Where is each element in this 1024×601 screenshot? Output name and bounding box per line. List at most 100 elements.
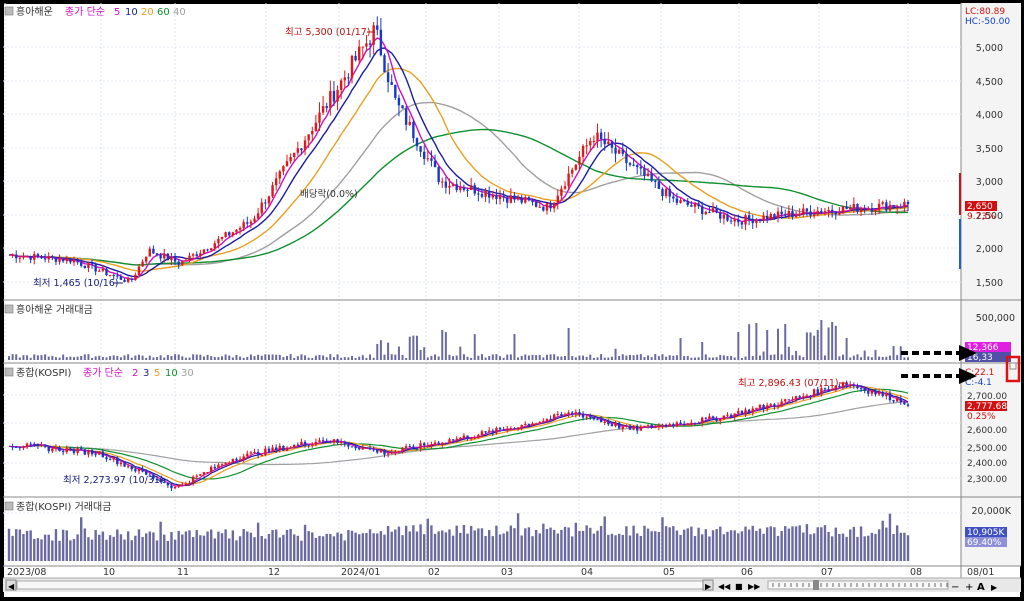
price-volume-bar <box>332 357 335 360</box>
kospi-volume-bar <box>650 531 653 561</box>
kospi-candle <box>166 482 170 486</box>
price-volume-bar <box>509 354 512 360</box>
scroll-track[interactable] <box>16 580 704 590</box>
auto-scale-button[interactable]: A <box>977 582 985 593</box>
panel-menu-icon[interactable] <box>4 501 14 511</box>
panel-toggle-button[interactable] <box>1009 362 1017 370</box>
price-candle <box>325 106 328 109</box>
price-volume-bar <box>704 354 707 360</box>
scroll-end-button[interactable]: ▶ <box>991 583 998 592</box>
kospi-ma-3: 3 <box>143 368 149 379</box>
price-volume-bar <box>582 355 585 360</box>
price-candle <box>441 181 444 183</box>
zoom-slider[interactable] <box>767 580 949 590</box>
price-y-tick: 3,000 <box>976 177 1003 188</box>
panel-menu-icon[interactable] <box>4 6 14 16</box>
kospi-volume-bar <box>747 529 751 561</box>
kospi-volume-bar <box>419 524 422 561</box>
price-volume-bar <box>159 355 162 360</box>
kospi-volume-bar <box>863 536 866 561</box>
kospi-volume-bar <box>343 540 346 561</box>
kospi-volume-value: 10,905K <box>967 528 1005 538</box>
price-volume-bar <box>480 354 483 360</box>
kospi-volume-bar <box>347 530 350 561</box>
kospi-volume-bar <box>58 540 61 561</box>
kospi-volume-bar <box>592 533 596 561</box>
kospi-candle <box>690 422 693 425</box>
price-candle <box>47 256 50 260</box>
price-volume-bar <box>527 355 530 360</box>
kospi-candle <box>802 396 805 398</box>
kospi-candle <box>112 457 115 460</box>
kospi-volume-bar <box>365 532 368 561</box>
price-candle <box>747 215 751 219</box>
kospi-candle <box>867 390 870 394</box>
kospi-candle <box>361 447 365 450</box>
kospi-y-tick: 2,500.00 <box>967 444 1007 454</box>
rewind-button[interactable]: ◀◀ <box>718 582 731 591</box>
price-candle <box>574 164 578 170</box>
kospi-volume-bar <box>827 531 830 561</box>
kospi-candle <box>491 430 494 434</box>
price-volume-bar <box>881 357 884 360</box>
price-volume-bar <box>726 356 729 360</box>
panel-menu-icon[interactable] <box>4 304 14 314</box>
kospi-volume-bar <box>657 531 661 561</box>
kospi-candle <box>300 441 303 445</box>
panel-menu-icon[interactable] <box>4 367 14 377</box>
price-candle <box>300 148 303 151</box>
kospi-candle <box>224 462 227 465</box>
price-volume-bar <box>795 350 798 360</box>
price-candle <box>202 249 206 254</box>
kospi-candle <box>419 443 422 449</box>
price-volume-bar <box>141 355 144 360</box>
x-axis-label: 10 <box>103 567 115 578</box>
zoom-in-button[interactable]: + <box>965 582 973 593</box>
price-volume-bar <box>123 355 126 360</box>
price-volume-bar <box>249 354 252 360</box>
price-candle <box>798 213 801 215</box>
kospi-candle <box>404 446 408 448</box>
kospi-ma-5: 5 <box>154 368 160 379</box>
price-volume-bar <box>65 357 68 360</box>
price-candle <box>480 194 484 197</box>
kospi-candle <box>592 417 596 420</box>
kospi-volume-bar <box>816 527 819 561</box>
price-candle <box>199 253 202 257</box>
price-volume-bar <box>192 354 195 360</box>
kospi-max-annotation: 최고 2,896.43 (07/11) <box>738 378 839 389</box>
price-volume-bar <box>145 357 148 360</box>
kospi-volume-bar <box>358 534 361 561</box>
stop-button[interactable]: ■ <box>735 582 743 591</box>
zoom-slider-handle[interactable] <box>813 580 819 590</box>
price-volume-bar <box>867 356 870 360</box>
price-candle <box>459 187 462 191</box>
price-volume-bar <box>665 356 668 360</box>
svg-text:◀: ◀ <box>8 582 15 591</box>
kospi-candle <box>762 404 765 409</box>
price-candle <box>98 270 101 272</box>
kospi-candle <box>711 416 715 419</box>
price-candle <box>267 196 271 204</box>
price-volume-bar <box>560 356 563 360</box>
price-volume-bar <box>329 354 332 360</box>
kospi-candle <box>849 384 852 386</box>
kospi-candle <box>22 447 25 449</box>
kospi-candle <box>462 435 466 438</box>
kospi-volume-bar <box>477 528 480 561</box>
price-candle <box>18 257 22 259</box>
kospi-candle <box>747 409 751 413</box>
fast-forward-button[interactable]: ▶▶ <box>748 582 761 591</box>
kospi-volume-bar <box>755 530 758 561</box>
price-volume-bar <box>740 357 743 360</box>
kospi-volume-bar <box>386 525 390 561</box>
kospi-candle <box>487 430 491 432</box>
price-volume-bar <box>686 355 689 360</box>
price-volume-bar <box>419 349 422 360</box>
kospi-candle <box>228 462 231 464</box>
kospi-volume-bar <box>589 527 592 561</box>
price-candle <box>451 184 455 186</box>
kospi-candle <box>585 416 588 418</box>
zoom-out-button[interactable]: − <box>951 582 959 593</box>
kospi-candle <box>383 449 386 455</box>
